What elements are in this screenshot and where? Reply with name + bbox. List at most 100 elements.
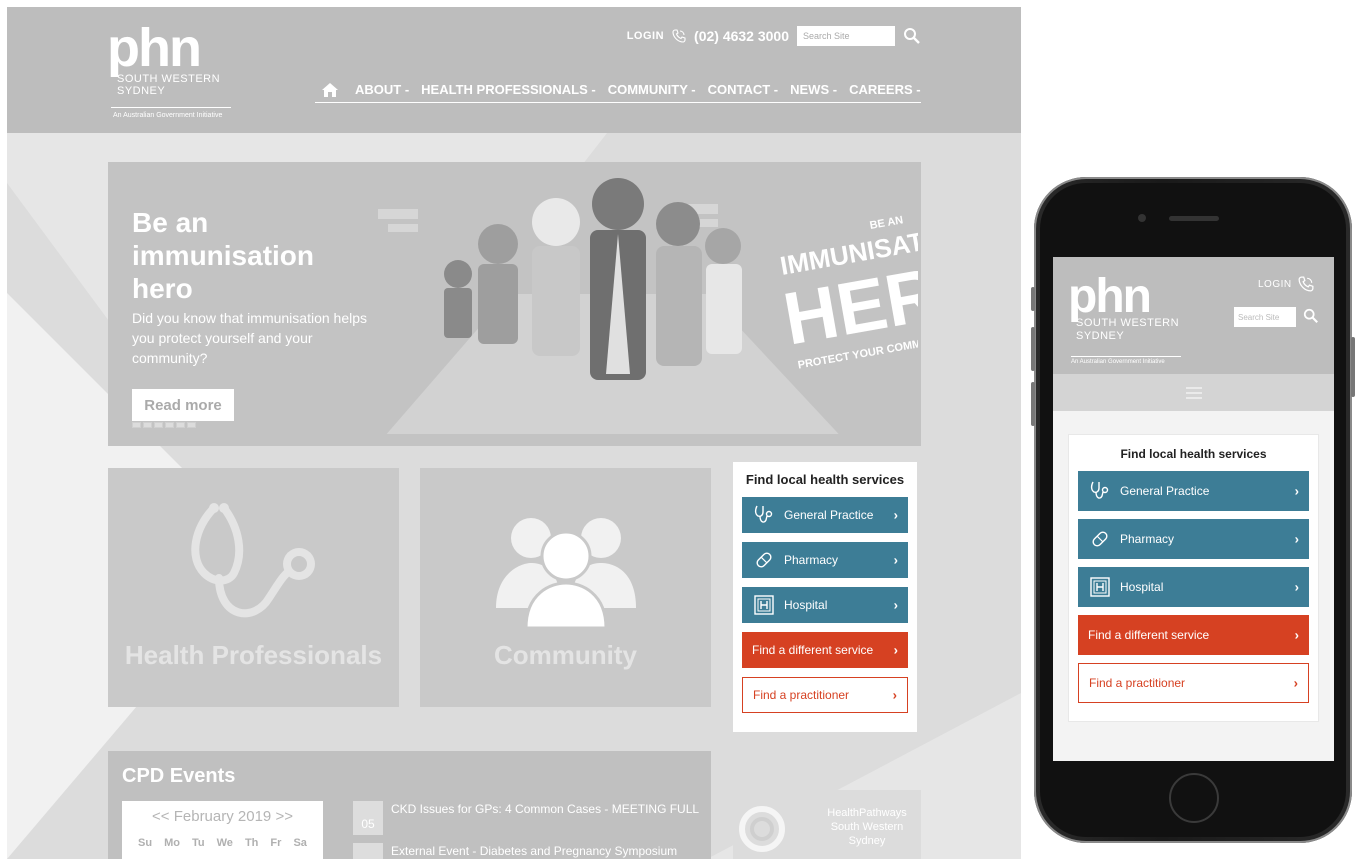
main-nav: ABOUT - HEALTH PROFESSIONALS - COMMUNITY… [315,77,921,103]
find-services-title: Find local health services [1120,447,1267,461]
event-item[interactable]: 06 External Event - Diabetes and Pregnan… [353,843,703,859]
chevron-right-icon: › [893,642,898,658]
mobile-header: phn SOUTH WESTERN SYDNEY An Australian G… [1053,257,1334,374]
weekday-label: Su [138,837,153,849]
phone-icon [672,29,686,43]
chevron-right-icon: › [893,552,898,568]
search-icon[interactable] [903,27,921,45]
weekday-label: We [216,837,233,849]
event-title[interactable]: CKD Issues for GPs: 4 Common Cases - MEE… [391,801,699,835]
weekday-label: Fr [270,837,282,849]
mobile-login-link[interactable]: LOGIN [1258,279,1292,290]
pharmacy-label: Pharmacy [1120,532,1175,546]
phone-side-button [1031,327,1035,371]
camera-icon [1138,214,1146,222]
find-different-service-button[interactable]: Find a different service › [742,632,908,668]
chevron-right-icon: › [1294,579,1299,595]
calendar-month-nav[interactable]: << February 2019 >> [122,808,323,825]
health-professionals-tile[interactable]: Health Professionals [108,468,399,707]
weekday-label: Tu [191,837,205,849]
carousel-dots[interactable] [132,422,196,428]
pharmacy-button[interactable]: Pharmacy › [742,542,908,578]
speaker-grille [1169,216,1219,221]
phone-icon[interactable] [1298,276,1314,292]
hospital-button[interactable]: Hospital › [742,587,908,623]
event-item[interactable]: 05 CKD Issues for GPs: 4 Common Cases - … [353,801,703,835]
cpd-events-section: CPD Events << February 2019 >> Su Mo Tu … [108,751,711,859]
event-date: 05 [353,801,383,835]
pharmacy-label: Pharmacy [784,553,839,567]
mobile-menu-bar[interactable] [1053,374,1334,411]
hospital-button[interactable]: Hospital › [1078,567,1309,607]
mobile-find-services-panel: Find local health services General Pract… [1068,434,1319,722]
chevron-right-icon: › [1294,483,1299,499]
nav-contact[interactable]: CONTACT - [708,82,779,97]
hero-banner[interactable]: Be an immunisation hero Did you know tha… [108,162,921,446]
phone-side-button [1351,337,1355,397]
find-practitioner-button[interactable]: Find a practitioner › [742,677,908,713]
home-button [1169,773,1219,823]
logo-divider [111,107,231,108]
find-services-title: Find local health services [745,472,905,487]
general-practice-button[interactable]: General Practice › [742,497,908,533]
nav-about[interactable]: ABOUT - [355,82,409,97]
search-input[interactable] [797,26,895,46]
desktop-site: phn SOUTH WESTERN SYDNEY An Australian G… [7,7,1021,859]
carousel-dot[interactable] [165,422,174,428]
chevron-right-icon: › [1293,675,1298,691]
phn-logo[interactable]: phn SOUTH WESTERN SYDNEY An Australian G… [107,21,267,121]
find-different-service-button[interactable]: Find a different service › [1078,615,1309,655]
nav-news[interactable]: NEWS - [790,82,837,97]
phone-side-button [1031,287,1035,311]
weekday-label: Th [244,837,259,849]
logo-gov-tag: An Australian Government Initiative [113,112,223,119]
find-practitioner-button[interactable]: Find a practitioner › [1078,663,1309,703]
read-more-button[interactable]: Read more [132,389,234,421]
chevron-right-icon: › [1294,627,1299,643]
general-practice-label: General Practice [1120,484,1210,498]
community-tile[interactable]: Community [420,468,711,707]
healthpathways-card[interactable]: HealthPathways South Western Sydney [733,790,921,859]
hospital-label: Hospital [784,598,828,612]
logo-line1: SOUTH WESTERN [1076,317,1180,329]
phone-mockup: phn SOUTH WESTERN SYDNEY An Australian G… [1031,177,1355,843]
mobile-search-input[interactable] [1234,307,1296,327]
phone-screen: phn SOUTH WESTERN SYDNEY An Australian G… [1053,257,1334,761]
pharmacy-button[interactable]: Pharmacy › [1078,519,1309,559]
pill-icon [752,548,776,572]
nav-community[interactable]: COMMUNITY - [608,82,696,97]
nav-health-professionals[interactable]: HEALTH PROFESSIONALS - [421,82,596,97]
carousel-dot[interactable] [176,422,185,428]
pill-icon [1088,527,1112,551]
logo-line1: SOUTH WESTERN [117,73,221,85]
find-practitioner-label: Find a practitioner [753,688,850,702]
search-icon[interactable] [1303,308,1319,324]
hospital-icon [1088,575,1112,599]
event-title[interactable]: External Event - Diabetes and Pregnancy … [391,843,677,859]
logo-word: phn [107,18,202,78]
find-practitioner-label: Find a practitioner [1089,676,1186,690]
general-practice-label: General Practice [784,508,874,522]
hospital-icon [752,593,776,617]
menu-icon[interactable] [1185,386,1202,399]
logo-gov-tag: An Australian Government Initiative [1071,359,1165,365]
chevron-right-icon: › [893,507,898,523]
chevron-right-icon: › [892,687,897,703]
login-link[interactable]: LOGIN [627,30,664,42]
nav-careers[interactable]: CAREERS - [849,82,921,97]
carousel-dot[interactable] [132,422,141,428]
carousel-dot[interactable] [187,422,196,428]
events-calendar: << February 2019 >> Su Mo Tu We Th Fr Sa [122,801,323,859]
home-icon[interactable] [321,81,339,99]
logo-divider [1071,356,1181,357]
carousel-dot[interactable] [143,422,152,428]
phone-number[interactable]: (02) 4632 3000 [694,28,789,44]
general-practice-button[interactable]: General Practice › [1078,471,1309,511]
phone-side-button [1031,382,1035,426]
find-different-service-label: Find a different service [752,643,874,657]
logo-word: phn [1068,270,1152,323]
calendar-weekdays: Su Mo Tu We Th Fr Sa [122,837,323,849]
mobile-phn-logo[interactable]: phn SOUTH WESTERN SYDNEY An Australian G… [1068,273,1218,368]
carousel-dot[interactable] [154,422,163,428]
community-label: Community [494,640,637,670]
